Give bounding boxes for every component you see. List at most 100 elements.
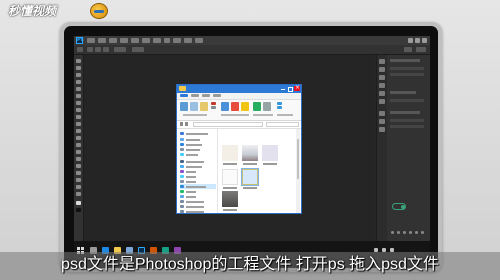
gradient-tool-icon[interactable] bbox=[76, 136, 81, 140]
layer-action-icon[interactable] bbox=[409, 231, 412, 234]
layer-action-icon[interactable] bbox=[403, 231, 406, 234]
brush-tool-icon[interactable] bbox=[76, 108, 81, 112]
info-panel-icon[interactable] bbox=[379, 75, 385, 80]
file-explorer-window[interactable] bbox=[176, 84, 302, 214]
menu-window[interactable] bbox=[184, 38, 192, 43]
tab-view[interactable] bbox=[213, 94, 221, 97]
sidebar-item[interactable] bbox=[180, 152, 216, 157]
move-to-icon[interactable] bbox=[221, 102, 229, 111]
minimize-icon[interactable] bbox=[408, 38, 413, 43]
workspace-icon[interactable] bbox=[416, 47, 426, 52]
option-icon[interactable] bbox=[95, 47, 101, 52]
brush-panel-icon[interactable] bbox=[379, 83, 385, 88]
history-panel-icon[interactable] bbox=[379, 59, 385, 64]
layer-action-icon[interactable] bbox=[391, 231, 394, 234]
path-selection-tool-icon[interactable] bbox=[76, 171, 81, 175]
layer-action-icon[interactable] bbox=[415, 231, 418, 234]
menu-edit[interactable] bbox=[98, 38, 106, 43]
crop-tool-icon[interactable] bbox=[76, 87, 81, 91]
background-color-swatch[interactable] bbox=[76, 208, 81, 212]
shape-tool-icon[interactable] bbox=[76, 178, 81, 182]
option-icon[interactable] bbox=[87, 47, 93, 52]
close-icon[interactable] bbox=[422, 38, 427, 43]
tab-share[interactable] bbox=[202, 94, 210, 97]
character-panel-icon[interactable] bbox=[379, 91, 385, 96]
sidebar-item[interactable] bbox=[180, 131, 216, 136]
file-thumbnail[interactable] bbox=[222, 191, 238, 207]
delete-icon[interactable] bbox=[231, 102, 239, 111]
tab-file[interactable] bbox=[180, 94, 188, 97]
maximize-icon[interactable] bbox=[287, 86, 293, 92]
menu-layer[interactable] bbox=[120, 38, 128, 43]
hand-tool-icon[interactable] bbox=[76, 185, 81, 189]
paragraph-panel-icon[interactable] bbox=[379, 99, 385, 104]
layer-action-icon[interactable] bbox=[397, 231, 400, 234]
scrollbar[interactable] bbox=[296, 129, 300, 213]
stamp-tool-icon[interactable] bbox=[76, 115, 81, 119]
forward-arrow-icon[interactable] bbox=[185, 122, 188, 126]
menu-3d[interactable] bbox=[164, 38, 170, 43]
back-arrow-icon[interactable] bbox=[180, 122, 183, 126]
tool-preset-icon[interactable] bbox=[77, 47, 83, 52]
panel-tab[interactable] bbox=[390, 59, 420, 62]
lasso-tool-icon[interactable] bbox=[76, 73, 81, 77]
healing-tool-icon[interactable] bbox=[76, 101, 81, 105]
file-thumbnail[interactable] bbox=[242, 145, 258, 161]
layers-panel-tab[interactable] bbox=[390, 111, 420, 114]
new-folder-icon[interactable] bbox=[241, 102, 249, 111]
menu-view[interactable] bbox=[173, 38, 181, 43]
file-thumbnail[interactable] bbox=[222, 169, 238, 185]
pen-tool-icon[interactable] bbox=[76, 157, 81, 161]
select-all-icon[interactable] bbox=[277, 102, 282, 105]
file-thumbnail[interactable] bbox=[262, 145, 278, 161]
option-field[interactable] bbox=[114, 47, 126, 52]
menu-image[interactable] bbox=[109, 38, 117, 43]
dodge-tool-icon[interactable] bbox=[76, 150, 81, 154]
copy-path-icon[interactable] bbox=[211, 106, 216, 109]
menu-select[interactable] bbox=[142, 38, 150, 43]
search-input[interactable] bbox=[266, 122, 299, 127]
eyedropper-tool-icon[interactable] bbox=[76, 94, 81, 98]
tab-home[interactable] bbox=[191, 94, 199, 97]
copy-icon[interactable] bbox=[190, 102, 198, 111]
paths-panel-icon[interactable] bbox=[379, 127, 385, 132]
history-brush-tool-icon[interactable] bbox=[76, 122, 81, 126]
menu-filter[interactable] bbox=[153, 38, 161, 43]
properties-panel-icon[interactable] bbox=[379, 67, 385, 72]
minimize-icon[interactable] bbox=[280, 86, 286, 91]
delete-layer-icon[interactable] bbox=[421, 231, 424, 234]
address-bar[interactable] bbox=[193, 122, 263, 127]
layers-panel-icon[interactable] bbox=[379, 111, 385, 116]
properties-icon[interactable] bbox=[253, 102, 261, 111]
scrollbar-thumb[interactable] bbox=[297, 139, 299, 179]
pin-icon[interactable] bbox=[180, 102, 188, 111]
sidebar-item[interactable] bbox=[180, 209, 216, 213]
file-thumbnail[interactable] bbox=[222, 145, 238, 161]
layer-lock-row[interactable] bbox=[390, 125, 424, 128]
open-icon[interactable] bbox=[263, 102, 271, 111]
psd-file-thumbnail[interactable] bbox=[241, 168, 259, 186]
select-none-icon[interactable] bbox=[277, 106, 282, 109]
move-tool-icon[interactable] bbox=[76, 59, 81, 63]
explorer-title-bar[interactable] bbox=[177, 85, 301, 93]
paste-icon[interactable] bbox=[200, 102, 208, 111]
zoom-tool-icon[interactable] bbox=[76, 192, 81, 196]
panel-toggle-switch[interactable] bbox=[392, 203, 406, 210]
blur-tool-icon[interactable] bbox=[76, 143, 81, 147]
foreground-color-swatch[interactable] bbox=[76, 201, 81, 205]
menu-type[interactable] bbox=[131, 38, 139, 43]
maximize-icon[interactable] bbox=[415, 38, 420, 43]
marquee-tool-icon[interactable] bbox=[76, 66, 81, 70]
menu-file[interactable] bbox=[87, 38, 95, 43]
cut-icon[interactable] bbox=[211, 102, 216, 105]
type-tool-icon[interactable] bbox=[76, 164, 81, 168]
eraser-tool-icon[interactable] bbox=[76, 129, 81, 133]
close-icon[interactable] bbox=[294, 85, 300, 91]
menu-help[interactable] bbox=[195, 38, 203, 43]
layer-blend-mode[interactable] bbox=[390, 119, 424, 122]
magic-wand-tool-icon[interactable] bbox=[76, 80, 81, 84]
panel-tab[interactable] bbox=[390, 91, 416, 94]
option-icon[interactable] bbox=[103, 47, 109, 52]
channels-panel-icon[interactable] bbox=[379, 119, 385, 124]
option-field[interactable] bbox=[132, 47, 144, 52]
